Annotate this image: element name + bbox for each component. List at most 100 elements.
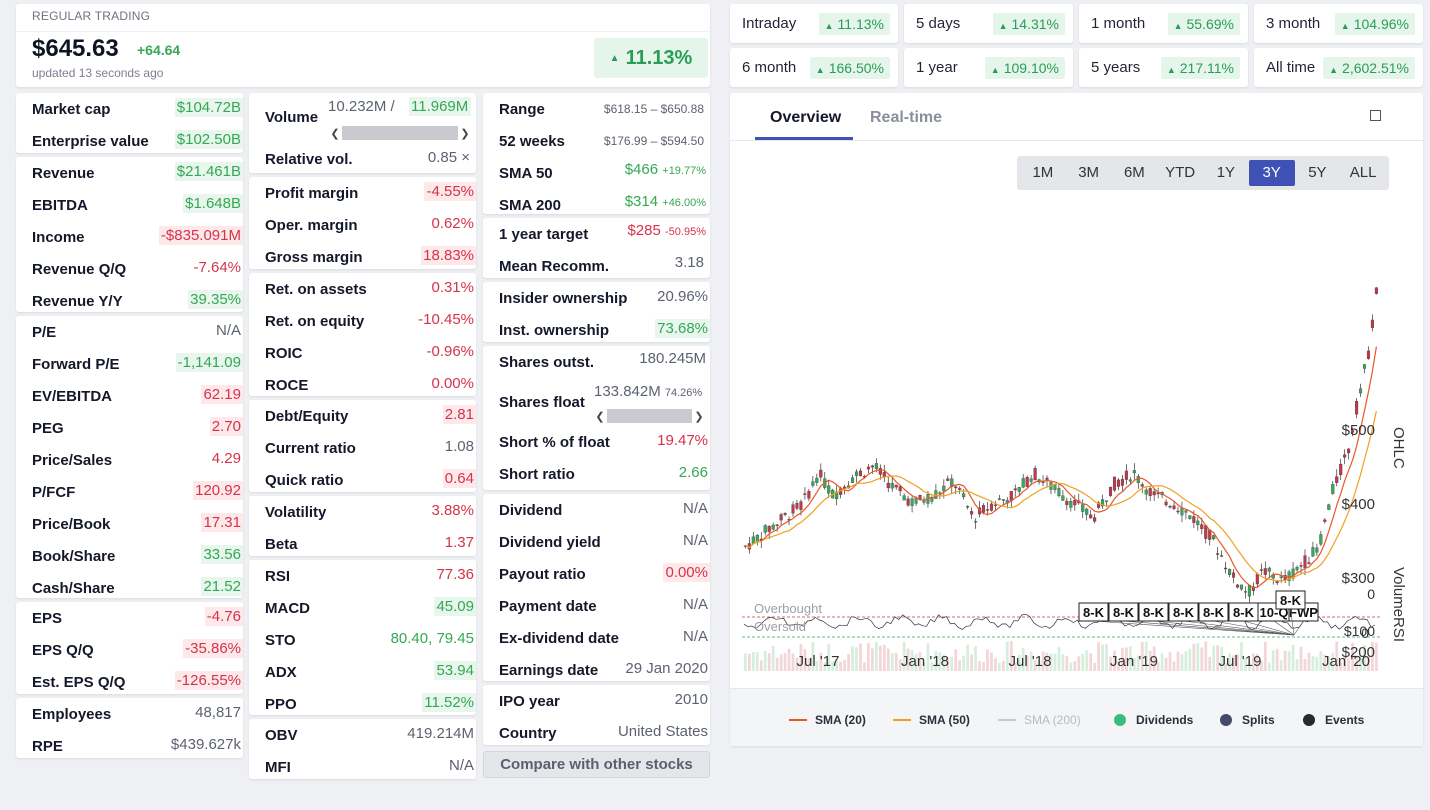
outst-label: Shares outst. xyxy=(499,354,595,371)
expand-icon[interactable] xyxy=(1370,110,1381,121)
range-3m-button[interactable]: 3M xyxy=(1066,160,1112,186)
event-connector xyxy=(1153,620,1295,636)
candle-body xyxy=(874,463,878,470)
perf-pct: 2,602.51% xyxy=(1342,59,1409,76)
volume-bar xyxy=(847,654,850,671)
chevron-left-icon[interactable]: ❮ xyxy=(328,127,342,140)
perf-all-time[interactable]: All time ▲ 2,602.51% xyxy=(1254,48,1423,87)
sma50-pct: +19.77% xyxy=(662,165,706,177)
up-arrow-icon: ▲ xyxy=(609,52,620,64)
legend-events[interactable]: Events xyxy=(1303,713,1364,727)
candle-body xyxy=(1255,573,1259,585)
volume-bar xyxy=(867,643,870,671)
short-rows: Short % of float 19.47% Short ratio 2.66 xyxy=(483,426,710,490)
range-6m-button[interactable]: 6M xyxy=(1112,160,1158,186)
legend-dot-icon xyxy=(1114,714,1126,726)
chevron-right-icon[interactable]: ❯ xyxy=(692,410,706,423)
perf-6-month[interactable]: 6 month ▲ 166.50% xyxy=(730,48,898,87)
candle-body xyxy=(1232,572,1236,578)
stat-label: Revenue Q/Q xyxy=(32,261,127,278)
legend-sma-200[interactable]: SMA (200) xyxy=(998,713,1081,727)
up-arrow-icon: ▲ xyxy=(1166,64,1176,75)
candle-body xyxy=(1029,478,1033,482)
scroll-thumb[interactable] xyxy=(342,126,458,140)
stat-label: Debt/Equity xyxy=(265,408,349,425)
perf-intraday[interactable]: Intraday ▲ 11.13% xyxy=(730,4,898,43)
stat-row-beta: Beta 1.37 xyxy=(249,528,476,560)
perf-pct: 166.50% xyxy=(828,59,884,76)
legend-sma-20[interactable]: SMA (20) xyxy=(789,713,866,727)
stock-chart[interactable]: OverboughtOversold$500$400$300$2000$1000… xyxy=(742,221,1412,681)
candle-body xyxy=(1180,507,1184,516)
stat-row-rsi: RSI 77.36 xyxy=(249,560,476,592)
stat-label: Dividend yield xyxy=(499,534,601,551)
perf-3-month[interactable]: 3 month ▲ 104.96% xyxy=(1254,4,1423,43)
chevron-right-icon[interactable]: ❯ xyxy=(458,127,472,140)
candle-body xyxy=(870,465,874,468)
perf-1-month[interactable]: 1 month ▲ 55.69% xyxy=(1079,4,1248,43)
volume-bar xyxy=(1263,641,1267,671)
candle-body xyxy=(1200,524,1204,530)
candle-body xyxy=(1311,547,1315,557)
stat-label: STO xyxy=(265,632,296,649)
stat-label: Cash/Share xyxy=(32,580,115,597)
range-ytd-button[interactable]: YTD xyxy=(1157,160,1203,186)
stat-value: 4.29 xyxy=(211,450,241,467)
event-label: 8-K xyxy=(1113,605,1135,620)
trading-status: REGULAR TRADING xyxy=(32,9,151,23)
stat-value: 20.96% xyxy=(657,288,708,305)
stat-row-ret-on-equity: Ret. on equity -10.45% xyxy=(249,305,476,337)
tab-realtime[interactable]: Real-time xyxy=(870,109,942,127)
current-price: $645.63 xyxy=(32,35,119,62)
range-5y-button[interactable]: 5Y xyxy=(1295,160,1341,186)
rsi-tick-label: 0 xyxy=(1361,625,1369,641)
tab-overview[interactable]: Overview xyxy=(770,109,841,127)
chevron-left-icon[interactable]: ❮ xyxy=(593,410,607,423)
stat-row-price-sales: Price/Sales 4.29 xyxy=(16,444,243,476)
volume-bar xyxy=(759,660,763,671)
stat-row-obv: OBV 419.214M xyxy=(249,719,476,751)
stat-label: IPO year xyxy=(499,693,560,710)
volume-scrollbar[interactable]: ❮ ❯ xyxy=(328,126,472,140)
legend-splits[interactable]: Splits xyxy=(1220,713,1275,727)
stat-value: 2.66 xyxy=(678,464,708,481)
outst-value: 180.245M xyxy=(639,350,706,367)
candle-body xyxy=(819,469,823,478)
sma200-row: SMA 200 $314 +46.00% xyxy=(483,189,710,221)
stat-label: ROIC xyxy=(265,345,303,362)
stat-value: 39.35% xyxy=(188,290,243,309)
range-1m-button[interactable]: 1M xyxy=(1020,160,1066,186)
volume-bar xyxy=(986,649,989,671)
perf-5-years[interactable]: 5 years ▲ 217.11% xyxy=(1079,48,1248,87)
perf-label: All time xyxy=(1266,59,1316,76)
candle-body xyxy=(902,495,906,501)
ownership-card: Insider ownership 20.96% Inst. ownership 73… xyxy=(483,282,710,342)
range-1y-button[interactable]: 1Y xyxy=(1203,160,1249,186)
stat-label: Income xyxy=(32,229,85,246)
range-3y-button[interactable]: 3Y xyxy=(1248,160,1295,186)
float-value: 133.842M xyxy=(594,383,661,400)
candle-body xyxy=(958,488,962,490)
stat-label: Forward P/E xyxy=(32,356,120,373)
perf-5-days[interactable]: 5 days ▲ 14.31% xyxy=(904,4,1073,43)
stat-row-p-fcf: P/FCF 120.92 xyxy=(16,476,243,508)
volume-bar xyxy=(1172,661,1176,671)
volume-bar xyxy=(1089,653,1093,671)
float-scrollbar[interactable]: ❮ ❯ xyxy=(593,409,706,423)
volume-bar xyxy=(994,658,997,671)
range-row: Range $618.15 – $650.88 xyxy=(483,93,710,125)
compare-button[interactable]: Compare with other stocks xyxy=(483,751,710,778)
perf-1-year[interactable]: 1 year ▲ 109.10% xyxy=(904,48,1073,87)
stat-label: Employees xyxy=(32,706,112,723)
weeks52-label: 52 weeks xyxy=(499,133,565,150)
candle-body xyxy=(1009,491,1013,501)
candle-body xyxy=(894,484,898,488)
float-pct: 74.26% xyxy=(664,387,703,399)
volume-bar xyxy=(744,653,747,671)
candle-body xyxy=(890,483,894,489)
scroll-thumb[interactable] xyxy=(607,409,692,423)
legend-dividends[interactable]: Dividends xyxy=(1114,713,1193,727)
range-all-button[interactable]: ALL xyxy=(1340,160,1386,186)
legend-sma-50[interactable]: SMA (50) xyxy=(893,713,970,727)
perf-value: ▲ 166.50% xyxy=(809,56,890,79)
